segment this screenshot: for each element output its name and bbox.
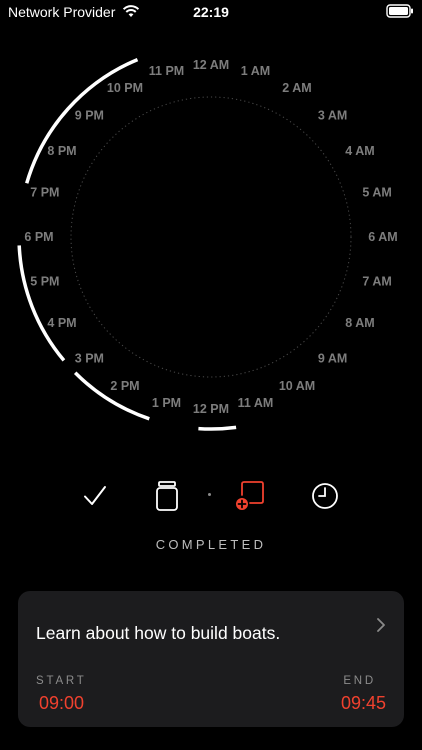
clock-button[interactable] — [307, 478, 343, 514]
hour-label: 5 PM — [30, 275, 59, 289]
task-card[interactable]: Learn about how to build boats. START 09… — [18, 591, 404, 727]
hour-label: 7 PM — [30, 186, 59, 200]
hour-label: 6 PM — [24, 230, 53, 244]
chevron-right-icon[interactable] — [376, 617, 386, 633]
scheduled-arc[interactable] — [17, 245, 66, 362]
start-time[interactable]: 09:00 — [39, 693, 84, 714]
hour-label: 12 PM — [193, 402, 229, 416]
hour-label: 4 PM — [47, 316, 76, 330]
hour-label: 3 PM — [75, 352, 104, 366]
hour-label: 10 PM — [107, 81, 143, 95]
inner-dial-circle — [70, 96, 352, 378]
hour-label: 1 AM — [241, 64, 270, 78]
toolbar-dot-separator — [208, 493, 211, 496]
hour-label: 9 PM — [75, 108, 104, 122]
day-clock[interactable]: 12 AM 1 AM 2 AM 3 AM 4 AM 5 AM 6 AM 7 AM 8 AM 9 A… — [0, 0, 422, 450]
hour-label: 2 PM — [110, 379, 139, 393]
hour-label: 8 AM — [345, 316, 374, 330]
hour-label: 2 AM — [282, 81, 311, 95]
hour-label: 1 PM — [152, 396, 181, 410]
hour-label: 9 AM — [318, 352, 347, 366]
mode-label: COMPLETED — [155, 537, 267, 552]
task-title: Learn about how to build boats. — [36, 623, 281, 643]
hour-label: 5 AM — [362, 186, 391, 200]
end-time[interactable]: 09:45 — [341, 693, 386, 714]
hour-label: 12 AM — [193, 58, 229, 72]
scheduled-arcs — [17, 57, 237, 431]
jar-button[interactable] — [149, 478, 185, 514]
completed-button[interactable] — [77, 478, 113, 514]
add-task-button[interactable] — [232, 478, 268, 514]
hour-label: 10 AM — [279, 379, 315, 393]
hour-labels: 12 AM 1 AM 2 AM 3 AM 4 AM 5 AM 6 AM 7 AM 8 AM 9 A… — [24, 58, 397, 416]
clock-icon — [312, 483, 338, 509]
end-label: END — [343, 675, 376, 687]
completed-check-icon — [84, 486, 106, 505]
start-label: START — [36, 675, 87, 687]
hour-label: 7 AM — [362, 275, 391, 289]
jar-icon — [156, 481, 178, 511]
add-task-icon — [236, 481, 264, 510]
hour-label: 8 PM — [47, 144, 76, 158]
mode-toolbar — [0, 478, 422, 516]
hour-label: 11 PM — [149, 64, 184, 78]
hour-label: 3 AM — [318, 108, 347, 122]
hour-label: 11 AM — [238, 396, 274, 410]
hour-label: 6 AM — [368, 230, 397, 244]
scheduled-arc[interactable] — [198, 425, 237, 431]
hour-label: 4 AM — [345, 144, 374, 158]
